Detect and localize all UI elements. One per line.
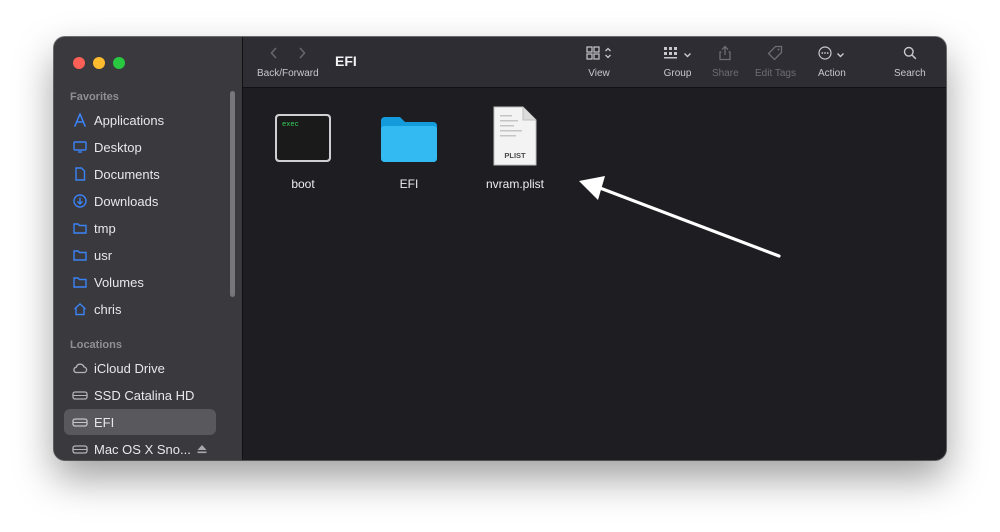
- download-icon: [72, 193, 88, 209]
- sidebar-item-label: Applications: [94, 112, 165, 128]
- more-actions-icon: [818, 45, 832, 65]
- chevron-down-icon: [683, 46, 692, 64]
- applications-icon: [72, 112, 88, 128]
- sidebar-item-volumes[interactable]: Volumes: [64, 269, 216, 295]
- sidebar-item-label: Volumes: [94, 274, 144, 290]
- toolbar: Back/Forward EFI View Group Share Edit T…: [243, 37, 946, 88]
- sidebar-item-chris[interactable]: chris: [64, 296, 216, 322]
- locations-heading: Locations: [70, 339, 122, 351]
- sidebar-item-downloads[interactable]: Downloads: [64, 188, 216, 214]
- view-button[interactable]: View: [586, 45, 612, 79]
- sidebar-item-efi[interactable]: EFI: [64, 409, 216, 435]
- plist-file-icon: PLIST: [480, 100, 550, 171]
- sidebar-item-label: tmp: [94, 220, 116, 236]
- share-icon: [718, 45, 732, 66]
- chevron-left-icon[interactable]: [269, 46, 279, 65]
- cloud-icon: [72, 360, 88, 376]
- file-item-boot[interactable]: exec boot: [248, 105, 358, 191]
- edit-tags-button[interactable]: Edit Tags: [755, 45, 796, 79]
- action-button[interactable]: Action: [818, 45, 846, 79]
- file-item-efi-folder[interactable]: EFI: [354, 105, 464, 191]
- sidebar-item-label: Documents: [94, 166, 160, 182]
- up-down-chevron-icon: [604, 46, 612, 65]
- action-label: Action: [818, 68, 846, 79]
- finder-window: Favorites Applications Desktop Documents…: [54, 37, 946, 460]
- sidebar-item-label: usr: [94, 247, 113, 263]
- group-label: Group: [663, 68, 692, 79]
- eject-icon[interactable]: [196, 442, 208, 456]
- group-button[interactable]: Group: [663, 45, 692, 79]
- window-controls: [73, 57, 125, 69]
- share-button[interactable]: Share: [712, 45, 739, 79]
- sidebar-item-label: EFI: [94, 414, 115, 430]
- sidebar-item-ssd-catalina-hd[interactable]: SSD Catalina HD: [64, 382, 216, 408]
- disk-icon: [72, 441, 88, 457]
- window-title: EFI: [335, 53, 357, 69]
- sidebar-item-desktop[interactable]: Desktop: [64, 134, 216, 160]
- back-forward-label: Back/Forward: [257, 68, 319, 79]
- sidebar-item-label: Downloads: [94, 193, 159, 209]
- sidebar-item-applications[interactable]: Applications: [64, 107, 216, 133]
- file-item-nvram-plist[interactable]: PLIST nvram.plist: [460, 100, 570, 191]
- folder-icon: [72, 220, 88, 236]
- sidebar: Favorites Applications Desktop Documents…: [54, 37, 243, 460]
- search-icon: [903, 46, 917, 65]
- sidebar-scrollbar[interactable]: [230, 91, 235, 297]
- file-name: boot: [291, 177, 315, 191]
- chevron-right-icon[interactable]: [297, 46, 307, 65]
- file-area: exec boot EFI PLIST nvram.plist: [243, 88, 946, 460]
- sidebar-item-mac-os-x[interactable]: Mac OS X Sno...: [64, 436, 216, 460]
- back-forward-control[interactable]: Back/Forward: [257, 45, 319, 79]
- desktop-icon: [72, 139, 88, 155]
- view-label: View: [588, 68, 610, 79]
- sidebar-item-usr[interactable]: usr: [64, 242, 216, 268]
- edit-tags-label: Edit Tags: [755, 68, 796, 79]
- sidebar-item-tmp[interactable]: tmp: [64, 215, 216, 241]
- search-button[interactable]: Search: [894, 45, 926, 79]
- sidebar-item-label: iCloud Drive: [94, 360, 165, 376]
- grid-view-icon: [586, 45, 600, 65]
- folder-icon: [72, 247, 88, 263]
- home-icon: [72, 301, 88, 317]
- zoom-window-button[interactable]: [113, 57, 125, 69]
- sidebar-item-label: chris: [94, 301, 122, 317]
- sidebar-item-label: Desktop: [94, 139, 142, 155]
- disk-icon: [72, 387, 88, 403]
- search-label: Search: [894, 68, 926, 79]
- executable-icon: exec: [268, 105, 338, 171]
- exec-badge: exec: [282, 121, 299, 129]
- tag-icon: [767, 45, 783, 66]
- group-icon: [663, 46, 679, 65]
- folder-icon: [72, 274, 88, 290]
- favorites-heading: Favorites: [70, 91, 119, 103]
- folder-icon: [374, 105, 444, 171]
- sidebar-item-label: SSD Catalina HD: [94, 387, 195, 403]
- sidebar-item-label: Mac OS X Sno...: [94, 441, 191, 457]
- share-label: Share: [712, 68, 739, 79]
- minimize-window-button[interactable]: [93, 57, 105, 69]
- close-window-button[interactable]: [73, 57, 85, 69]
- chevron-down-icon: [836, 46, 845, 64]
- disk-icon: [72, 414, 88, 430]
- document-icon: [72, 166, 88, 182]
- sidebar-item-icloud-drive[interactable]: iCloud Drive: [64, 355, 216, 381]
- sidebar-item-documents[interactable]: Documents: [64, 161, 216, 187]
- file-name: EFI: [399, 177, 419, 191]
- plist-badge: PLIST: [504, 151, 526, 160]
- file-name: nvram.plist: [485, 177, 544, 191]
